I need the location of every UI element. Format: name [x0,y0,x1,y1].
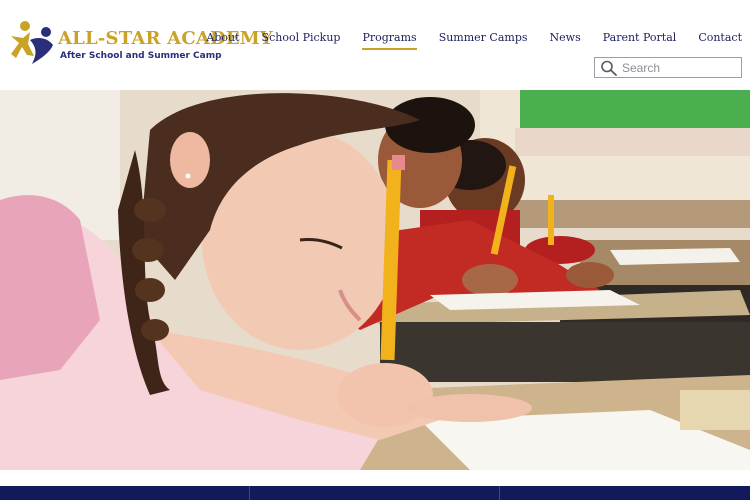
band-divider [499,486,500,500]
star-figure-logo-icon [11,21,53,64]
site-header: ALL-STAR ACADEMY After School and Summer… [0,0,750,90]
hero-image [0,90,750,470]
nav-item-summer-camps[interactable]: Summer Camps [428,30,539,52]
nav-item-news[interactable]: News [539,30,592,52]
search-input[interactable] [622,59,738,76]
nav-item-programs[interactable]: Programs [351,30,427,52]
nav-item-school-pickup[interactable]: School Pickup [251,30,352,52]
bottom-band [0,486,750,500]
band-divider [249,486,250,500]
search-icon[interactable] [600,60,618,76]
brand-subtitle: After School and Summer Camp [60,51,222,61]
nav-item-contact[interactable]: Contact [687,30,742,52]
nav-item-parent-portal[interactable]: Parent Portal [592,30,688,52]
nav-item-about[interactable]: About [195,30,250,52]
children-writing-at-desks-photo [0,90,750,470]
search-box[interactable] [594,57,742,78]
main-nav: About School Pickup Programs Summer Camp… [195,30,742,52]
